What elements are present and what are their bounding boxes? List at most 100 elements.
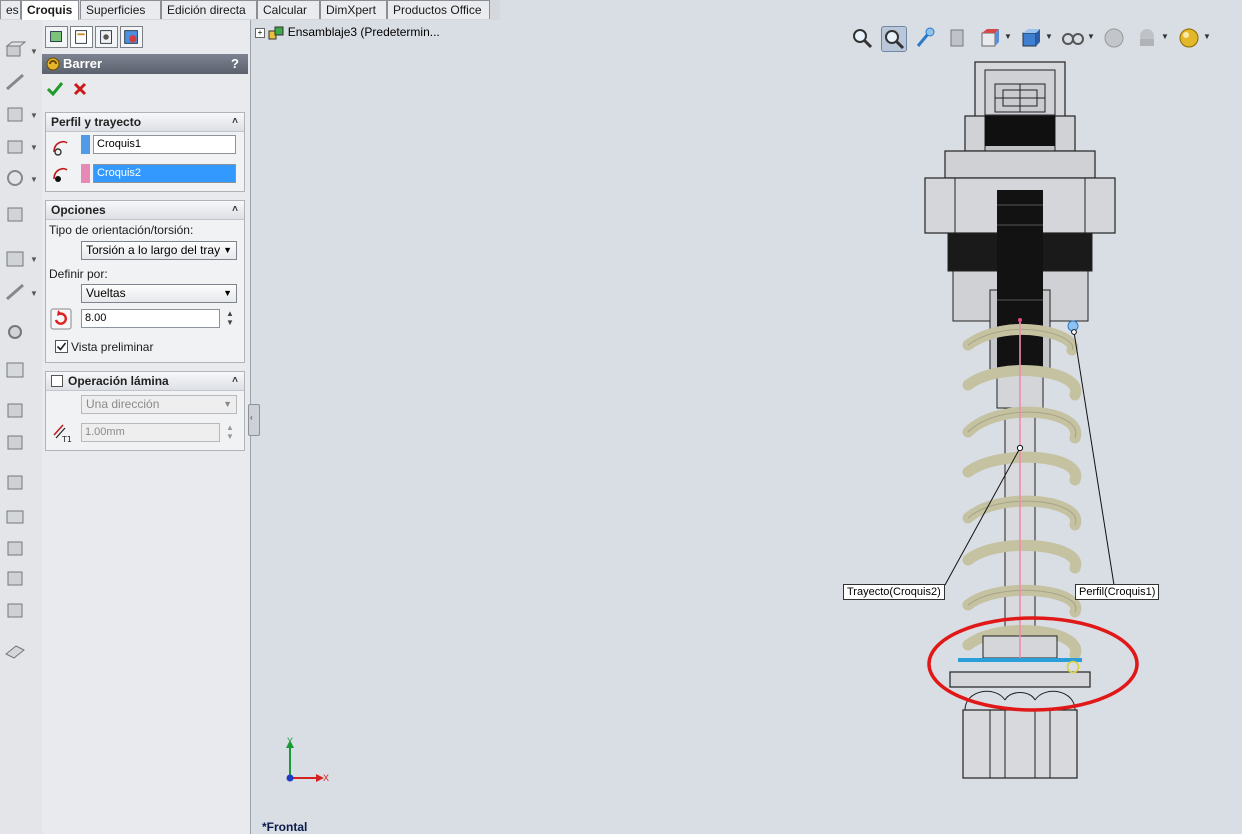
define-by-value: Vueltas: [86, 286, 126, 300]
thickness-input[interactable]: 1.00mm: [81, 423, 220, 442]
dropdown-arrow-icon[interactable]: ▼: [1087, 32, 1095, 41]
edit-appearance-icon[interactable]: [1102, 26, 1126, 50]
svg-text:T1: T1: [61, 435, 72, 443]
orientation-value: Torsión a lo largo del tray: [86, 243, 221, 257]
collapse-chevron-icon[interactable]: ˄: [232, 201, 238, 219]
previous-view-icon[interactable]: [914, 26, 938, 50]
thin-feature-group-title: Operación lámina: [68, 374, 169, 388]
dome-icon[interactable]: [4, 538, 26, 558]
profile-callout[interactable]: Perfil(Croquis1): [1075, 584, 1160, 600]
dropdown-arrow-icon[interactable]: ▼: [30, 289, 38, 298]
check-icon[interactable]: [46, 81, 64, 97]
orientation-label: Tipo de orientación/torsión:: [49, 223, 194, 237]
thin-direction-select[interactable]: Una dirección ▼: [81, 395, 237, 414]
assembly-model[interactable]: [251, 20, 1242, 834]
apply-scene-icon[interactable]: [1135, 26, 1159, 50]
preview-checkbox[interactable]: [55, 340, 68, 353]
sweep-icon[interactable]: [4, 204, 26, 224]
options-group-header[interactable]: Opciones ˄: [46, 201, 244, 220]
gear-icon[interactable]: [4, 322, 26, 342]
dropdown-arrow-icon[interactable]: ▼: [30, 175, 38, 184]
axis-y-label: Y: [287, 736, 294, 746]
section-view-icon[interactable]: [946, 26, 970, 50]
view-settings-icon[interactable]: [1177, 26, 1201, 50]
coordinate-triad: [286, 740, 324, 782]
loft-icon[interactable]: [4, 248, 26, 268]
shell-icon[interactable]: [4, 400, 26, 420]
assembly-name: Ensamblaje3 (Predetermin...: [287, 25, 440, 40]
thickness-spinner[interactable]: ▲ ▼: [226, 423, 234, 441]
dropdown-arrow-icon[interactable]: ▼: [30, 143, 38, 152]
dropdown-arrow-icon[interactable]: ▼: [30, 255, 38, 264]
turns-input[interactable]: 8.00: [81, 309, 220, 328]
revolve-icon[interactable]: [4, 168, 26, 188]
zoom-to-area-icon[interactable]: [881, 26, 907, 52]
extrude-icon[interactable]: [4, 40, 26, 60]
collapse-chevron-icon[interactable]: ˄: [232, 372, 238, 390]
profile-path-group-title: Perfil y trayecto: [51, 115, 142, 129]
tab-calcular[interactable]: Calcular: [257, 0, 320, 19]
expand-icon[interactable]: +: [255, 28, 265, 38]
command-manager-tabs: es Croquis Superficies Edición directa C…: [0, 0, 500, 20]
profile-field[interactable]: Croquis1: [93, 135, 236, 154]
chamfer-icon[interactable]: [4, 136, 26, 156]
hide-show-items-icon[interactable]: [1061, 26, 1085, 50]
axis-x-label: X: [323, 773, 330, 783]
property-manager-title: Barrer: [63, 56, 103, 71]
zoom-to-fit-icon[interactable]: [850, 26, 874, 50]
tab-dimxpert[interactable]: DimXpert: [320, 0, 387, 19]
tab-productos-office[interactable]: Productos Office: [387, 0, 490, 19]
dropdown-arrow-icon[interactable]: ▼: [30, 47, 38, 56]
path-callout[interactable]: Trayecto(Croquis2): [843, 584, 945, 600]
path-sketch-icon: [53, 167, 68, 182]
preview-label: Vista preliminar: [71, 340, 154, 354]
tab-features[interactable]: es: [0, 0, 21, 19]
chevron-down-icon: ▼: [223, 399, 232, 409]
assembly-icon: [268, 26, 284, 40]
options-group-title: Opciones: [51, 203, 106, 217]
help-button[interactable]: ?: [231, 54, 239, 74]
orientation-select[interactable]: Torsión a lo largo del tray ▼: [81, 241, 237, 260]
define-by-label: Definir por:: [49, 267, 108, 281]
view-orientation-icon[interactable]: [978, 26, 1002, 50]
mirror-icon[interactable]: [4, 282, 26, 302]
graphics-area[interactable]: Y X Trayecto(Croquis2) Perfil(Croquis1) …: [251, 20, 1242, 834]
line-icon[interactable]: [4, 72, 26, 92]
view-name: *Frontal: [262, 820, 308, 834]
dropdown-arrow-icon[interactable]: ▼: [1203, 32, 1211, 41]
intersect-icon[interactable]: [4, 568, 26, 588]
reverse-direction-icon[interactable]: [50, 308, 72, 330]
tab-edicion-directa[interactable]: Edición directa: [161, 0, 257, 19]
path-field[interactable]: Croquis2: [93, 164, 236, 183]
thin-feature-group-header[interactable]: Operación lámina ˄: [46, 372, 244, 391]
tab-croquis[interactable]: Croquis: [21, 0, 79, 20]
configuration-manager-tab-icon[interactable]: [95, 26, 118, 48]
feature-manager-tab-icon[interactable]: [45, 26, 68, 48]
wrap-icon[interactable]: [4, 506, 26, 526]
collapse-chevron-icon[interactable]: ˄: [232, 113, 238, 131]
pattern-icon[interactable]: [4, 360, 26, 380]
define-by-select[interactable]: Vueltas ▼: [81, 284, 237, 303]
rib-icon[interactable]: [4, 432, 26, 452]
display-manager-tab-icon[interactable]: [120, 26, 143, 48]
dropdown-arrow-icon[interactable]: ▼: [30, 111, 38, 120]
feature-tree-root[interactable]: + Ensamblaje3 (Predetermin...: [255, 25, 440, 41]
profile-color-swatch: [81, 135, 90, 154]
curves-icon[interactable]: [4, 600, 26, 620]
fillet-icon[interactable]: [4, 104, 26, 124]
dropdown-arrow-icon[interactable]: ▼: [1004, 32, 1012, 41]
path-color-swatch: [81, 164, 90, 183]
x-icon[interactable]: [72, 81, 88, 97]
dropdown-arrow-icon[interactable]: ▼: [1045, 32, 1053, 41]
tab-superficies[interactable]: Superficies: [80, 0, 161, 19]
sweep-feature-icon: [46, 57, 60, 71]
turns-spinner[interactable]: ▲ ▼: [226, 309, 234, 327]
thin-feature-group: Operación lámina ˄ Una dirección ▼ T1 1.…: [45, 371, 245, 451]
dropdown-arrow-icon[interactable]: ▼: [1161, 32, 1169, 41]
property-manager-tab-icon[interactable]: [70, 26, 93, 48]
draft-icon[interactable]: [4, 472, 26, 492]
profile-path-group-header[interactable]: Perfil y trayecto ˄: [46, 113, 244, 132]
reference-geometry-icon[interactable]: [4, 640, 26, 660]
display-style-icon[interactable]: [1019, 26, 1043, 50]
thin-feature-checkbox[interactable]: [51, 375, 63, 387]
